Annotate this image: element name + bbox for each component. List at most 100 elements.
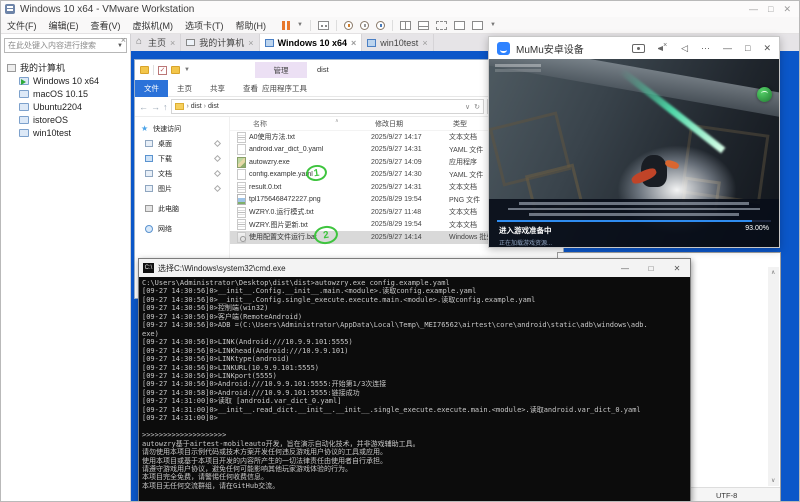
fullscreen-icon[interactable] (436, 21, 447, 30)
take-snapshot-icon[interactable] (344, 21, 353, 30)
mute-icon[interactable] (658, 44, 668, 53)
tab-close-icon[interactable]: × (248, 38, 253, 48)
nav-item-网络[interactable]: 网络 (135, 221, 229, 236)
tab-app-tools[interactable]: 应用程序工具 (253, 83, 316, 94)
pin-icon (214, 170, 221, 177)
new-folder-icon[interactable] (171, 66, 180, 74)
fit-guest-icon[interactable] (472, 21, 483, 30)
vm-tab-Windows 10 x64[interactable]: Windows 10 x64 × (260, 34, 363, 51)
screen-record-icon[interactable] (632, 44, 645, 53)
cmd-titlebar[interactable]: C:\ 选择C:\Windows\system32\cmd.exe — □ ✕ (139, 259, 690, 277)
tree-item-istoreOS[interactable]: istoreOS (7, 113, 130, 126)
power-dropdown-icon[interactable]: ▼ (297, 22, 303, 28)
scroll-up-icon[interactable]: ∧ (771, 269, 775, 276)
mumu-titlebar[interactable]: MuMu安卓设备 ◁ ··· — □ ✕ (489, 37, 779, 59)
minimize-icon[interactable]: — (723, 43, 732, 53)
folder-icon (175, 103, 184, 110)
vm-tab-win10test[interactable]: win10test × (362, 34, 433, 51)
menu-item[interactable]: 虚拟机(M) (127, 19, 180, 32)
breadcrumb-segment[interactable]: dist (191, 103, 202, 110)
minimize-icon[interactable]: — (612, 264, 638, 273)
file-icon-yaml (237, 144, 246, 155)
tab-close-icon[interactable]: × (170, 38, 175, 48)
loading-progress-track (497, 220, 771, 222)
tab-close-icon[interactable]: × (422, 38, 427, 48)
menu-item[interactable]: 选项卡(T) (179, 19, 230, 32)
file-icon-txt (237, 207, 246, 218)
column-date[interactable]: 修改日期 (375, 119, 453, 129)
nav-item-下载[interactable]: 下载 (135, 151, 229, 166)
console-line: [09-27 14:30:56]0>控制端(win32) (142, 304, 687, 312)
vmware-titlebar: Windows 10 x64 - VMware Workstation — □ … (1, 1, 799, 17)
nav-item-桌面[interactable]: 桌面 (135, 136, 229, 151)
mumu-title: MuMu安卓设备 (516, 41, 584, 56)
forward-icon[interactable]: → (151, 102, 160, 112)
unity-mode-icon[interactable] (454, 21, 465, 30)
maximize-icon[interactable]: □ (638, 264, 664, 273)
pause-vm-icon[interactable] (282, 21, 290, 30)
show-thumbnails-icon[interactable] (418, 21, 429, 30)
revert-snapshot-icon[interactable] (360, 21, 369, 30)
computer-icon (186, 39, 195, 46)
tab-file[interactable]: 文件 (135, 80, 168, 97)
back-icon[interactable]: ◁ (681, 43, 688, 54)
minimize-icon[interactable]: — (749, 4, 758, 15)
panel-close-icon[interactable]: × (121, 35, 126, 45)
close-icon[interactable]: ✕ (783, 4, 791, 15)
refresh-icon[interactable]: ↻ (474, 103, 480, 111)
menu-item[interactable]: 查看(V) (85, 19, 127, 32)
menu-item[interactable]: 编辑(E) (43, 19, 85, 32)
tab-close-icon[interactable]: × (351, 38, 356, 48)
folder-icon[interactable] (140, 66, 149, 74)
close-icon[interactable]: ✕ (763, 43, 771, 54)
fit-dropdown-icon[interactable]: ▼ (490, 22, 496, 28)
address-dropdown-icon[interactable]: ∨ (465, 103, 470, 111)
file-date: 2025/9/27 14:31 (371, 146, 449, 153)
breadcrumb-segment[interactable]: dist (208, 103, 219, 110)
nav-item-此电脑[interactable]: 此电脑 (135, 201, 229, 216)
pin-icon (214, 155, 221, 162)
qat-dropdown-icon[interactable]: ▼ (184, 67, 190, 73)
file-name: WZRY.0.运行模式.txt (249, 207, 371, 217)
scroll-down-icon[interactable]: ∨ (771, 477, 775, 484)
vm-tab-主页[interactable]: 主页 × (131, 34, 181, 51)
tab-home[interactable]: 主页 (168, 83, 201, 94)
tree-root-my-computer[interactable]: 我的计算机 (7, 61, 130, 74)
manage-snapshots-icon[interactable] (376, 21, 385, 30)
more-icon[interactable]: ··· (701, 43, 710, 53)
nav-item-文档[interactable]: 文档 (135, 166, 229, 181)
show-library-icon[interactable] (400, 21, 411, 30)
ctrl-alt-del-icon[interactable] (318, 21, 329, 30)
properties-icon[interactable]: ✓ (158, 66, 167, 75)
vm-icon (367, 39, 376, 47)
console-line: [09-27 14:30:56]0>Android:///10.9.9.101:… (142, 380, 687, 388)
menu-item[interactable]: 文件(F) (1, 19, 43, 32)
close-icon[interactable]: ✕ (664, 264, 690, 273)
maximize-icon[interactable]: □ (745, 43, 750, 53)
tree-item-Ubuntu2204[interactable]: Ubuntu2204 (7, 100, 130, 113)
file-name: A0使用方法.txt (249, 132, 371, 142)
column-name[interactable]: 名称 (253, 119, 375, 129)
file-date: 2025/9/27 11:48 (371, 209, 449, 216)
nav-item-快速访问[interactable]: ★快速访问 (135, 121, 229, 136)
manage-contextual-label: 管理 (255, 62, 307, 78)
up-icon[interactable]: ↑ (163, 102, 168, 112)
maximize-icon[interactable]: □ (768, 4, 773, 15)
tree-item-win10test[interactable]: win10test (7, 126, 130, 139)
scrollbar[interactable]: ∧ ∨ (768, 267, 779, 486)
nav-item-图片[interactable]: 图片 (135, 181, 229, 196)
menu-item[interactable]: 帮助(H) (230, 19, 273, 32)
tree-item-Windows 10 x64[interactable]: Windows 10 x64 (7, 74, 130, 87)
back-icon[interactable]: ← (139, 102, 148, 112)
file-date: 2025/9/27 14:17 (371, 134, 449, 141)
booster-badge-icon[interactable] (757, 87, 772, 102)
console-output[interactable]: C:\Users\Administrator\Desktop\dist\dist… (139, 277, 690, 501)
game-viewport[interactable]: 进入游戏准备中 正在加载游戏资源... 93.00% (489, 59, 779, 247)
library-search-input[interactable]: 在此处键入内容进行搜索 ▼ (4, 38, 127, 53)
address-bar[interactable]: › dist › dist ∨ ↻ (171, 99, 485, 114)
console-line: [09-27 14:30:56]0>LINKURL(10.9.9.101:555… (142, 364, 687, 372)
tree-item-macOS 10.15[interactable]: macOS 10.15 (7, 87, 130, 100)
tab-share[interactable]: 共享 (201, 83, 234, 94)
vm-tab-我的计算机[interactable]: 我的计算机 × (181, 34, 259, 51)
console-line: [09-27 14:30:56]0>客户端(RemoteAndroid) (142, 313, 687, 321)
